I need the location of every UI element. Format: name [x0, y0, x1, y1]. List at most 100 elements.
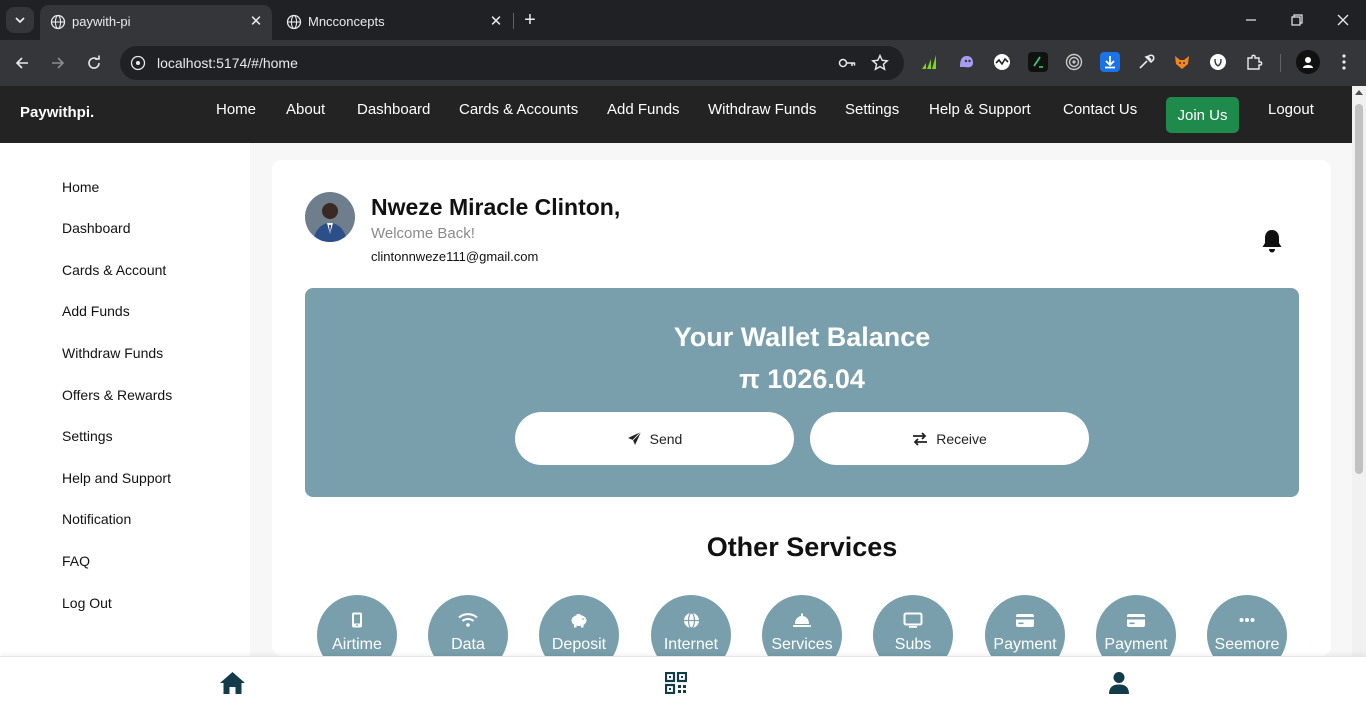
service-bell-icon — [792, 611, 812, 629]
nav-link-add-funds[interactable]: Add Funds — [607, 101, 680, 118]
piggy-bank-icon — [569, 611, 589, 629]
nav-link-dashboard[interactable]: Dashboard — [357, 101, 430, 118]
nav-link-cards-accounts[interactable]: Cards & Accounts — [459, 101, 578, 118]
close-icon[interactable]: ✕ — [248, 14, 264, 30]
extension-wave-icon[interactable] — [992, 52, 1012, 72]
send-button[interactable]: Send — [515, 412, 794, 465]
reload-icon — [88, 55, 100, 69]
sidebar-item-cards-account[interactable]: Cards & Account — [62, 262, 166, 278]
sidebar-item-log-out[interactable]: Log Out — [62, 595, 112, 611]
sidebar-item-help-support[interactable]: Help and Support — [62, 470, 171, 486]
profile-avatar-icon[interactable] — [1296, 50, 1320, 74]
service-label: Data — [451, 636, 485, 653]
nav-link-contact-us[interactable]: Contact Us — [1063, 101, 1137, 118]
scroll-up-arrow-icon[interactable] — [1355, 90, 1363, 95]
extension-target-icon[interactable] — [1064, 52, 1084, 72]
credit-card-icon — [1015, 611, 1035, 629]
arrow-left-icon — [15, 57, 28, 69]
credit-card-icon — [1126, 611, 1146, 629]
nav-link-settings[interactable]: Settings — [845, 101, 899, 118]
other-services-title: Other Services — [706, 532, 898, 562]
receive-button[interactable]: Receive — [810, 412, 1089, 465]
browser-tab-paywith-pi[interactable]: paywith-pi ✕ — [40, 5, 272, 40]
user-profile-icon[interactable] — [1105, 669, 1133, 697]
url-path: /#/home — [247, 55, 298, 71]
minimize-icon — [1246, 19, 1256, 21]
tab-title: Mncconcepts — [308, 14, 385, 29]
extension-ghost-icon[interactable] — [956, 52, 976, 72]
extension-circle-icon[interactable] — [1208, 52, 1228, 72]
sidebar-item-add-funds[interactable]: Add Funds — [62, 303, 130, 319]
sidebar-item-notification[interactable]: Notification — [62, 511, 131, 527]
extension-terminal-icon[interactable] — [1028, 52, 1048, 72]
browser-menu-icon[interactable] — [1334, 52, 1354, 72]
url-text[interactable]: localhost:5174/#/home — [157, 55, 298, 71]
extension-chart-icon[interactable] — [919, 52, 939, 72]
close-window-button[interactable] — [1320, 0, 1366, 40]
chevron-down-icon — [15, 17, 25, 24]
tune-icon — [130, 55, 146, 71]
extension-fox-icon[interactable] — [1172, 52, 1192, 72]
globe-icon — [286, 14, 302, 30]
paper-plane-icon — [627, 431, 641, 445]
restore-icon — [1291, 14, 1303, 26]
service-label: Deposit — [551, 636, 607, 653]
restore-button[interactable] — [1274, 0, 1320, 40]
service-label: Payment — [993, 636, 1057, 653]
logout-link[interactable]: Logout — [1268, 101, 1314, 118]
join-us-button[interactable]: Join Us — [1166, 97, 1239, 133]
sidebar-item-faq[interactable]: FAQ — [62, 553, 90, 569]
nav-link-home[interactable]: Home — [216, 101, 256, 118]
welcome-text: Welcome Back! — [371, 225, 475, 242]
nav-link-help-support[interactable]: Help & Support — [929, 101, 1031, 118]
reload-button[interactable] — [82, 51, 106, 75]
address-bar[interactable]: localhost:5174/#/home — [120, 46, 904, 80]
tab-separator — [513, 13, 514, 29]
forward-button[interactable] — [46, 51, 70, 75]
scrollbar-thumb[interactable] — [1355, 104, 1363, 474]
bookmark-star-icon[interactable] — [871, 54, 889, 72]
globe-icon — [681, 611, 701, 629]
site-info-button[interactable] — [128, 53, 148, 73]
bell-icon[interactable] — [1260, 228, 1284, 254]
ellipsis-icon — [1237, 611, 1257, 629]
user-avatar[interactable] — [305, 192, 355, 242]
service-label: Payment — [1104, 636, 1168, 653]
new-tab-button[interactable]: + — [520, 10, 540, 30]
toolbar-divider — [1280, 54, 1281, 72]
page-scrollbar[interactable] — [1352, 86, 1366, 656]
sidebar-item-offers-rewards[interactable]: Offers & Rewards — [62, 387, 172, 403]
extension-download-icon[interactable] — [1100, 52, 1120, 72]
tab-title: paywith-pi — [72, 14, 131, 29]
browser-tab-strip: paywith-pi ✕ Mncconcepts ✕ + — [0, 0, 1366, 40]
nav-link-about[interactable]: About — [286, 101, 325, 118]
receive-label: Receive — [936, 430, 987, 447]
sidebar-item-settings[interactable]: Settings — [62, 428, 113, 444]
brand-logo[interactable]: Paywithpi. — [20, 104, 94, 121]
service-label: Subs — [894, 636, 932, 653]
wallet-title: Your Wallet Balance — [673, 322, 931, 352]
exchange-arrows-icon — [913, 431, 928, 446]
close-icon[interactable]: ✕ — [488, 14, 504, 30]
url-host: localhost:5174 — [157, 55, 248, 71]
password-key-icon[interactable] — [838, 54, 856, 72]
service-label: Services — [771, 636, 833, 653]
mobile-icon — [347, 611, 367, 629]
sidebar-item-dashboard[interactable]: Dashboard — [62, 220, 131, 236]
tab-search-button[interactable] — [6, 7, 34, 33]
extension-eyedropper-icon[interactable] — [1136, 52, 1156, 72]
nav-link-withdraw-funds[interactable]: Withdraw Funds — [708, 101, 816, 118]
user-name: Nweze Miracle Clinton, — [371, 194, 621, 220]
globe-icon — [50, 14, 66, 30]
browser-tab-mncconcepts[interactable]: Mncconcepts ✕ — [276, 5, 512, 40]
extensions-puzzle-icon[interactable] — [1244, 52, 1264, 72]
app-navbar: Paywithpi. Home About Dashboard Cards & … — [0, 86, 1352, 143]
sidebar-item-home[interactable]: Home — [62, 179, 99, 195]
back-button[interactable] — [10, 51, 34, 75]
service-label: Airtime — [332, 636, 382, 653]
wifi-icon — [458, 611, 478, 629]
sidebar-item-withdraw-funds[interactable]: Withdraw Funds — [62, 345, 163, 361]
home-icon[interactable] — [218, 669, 246, 697]
minimize-button[interactable] — [1228, 0, 1274, 40]
qr-code-icon[interactable] — [662, 669, 690, 697]
